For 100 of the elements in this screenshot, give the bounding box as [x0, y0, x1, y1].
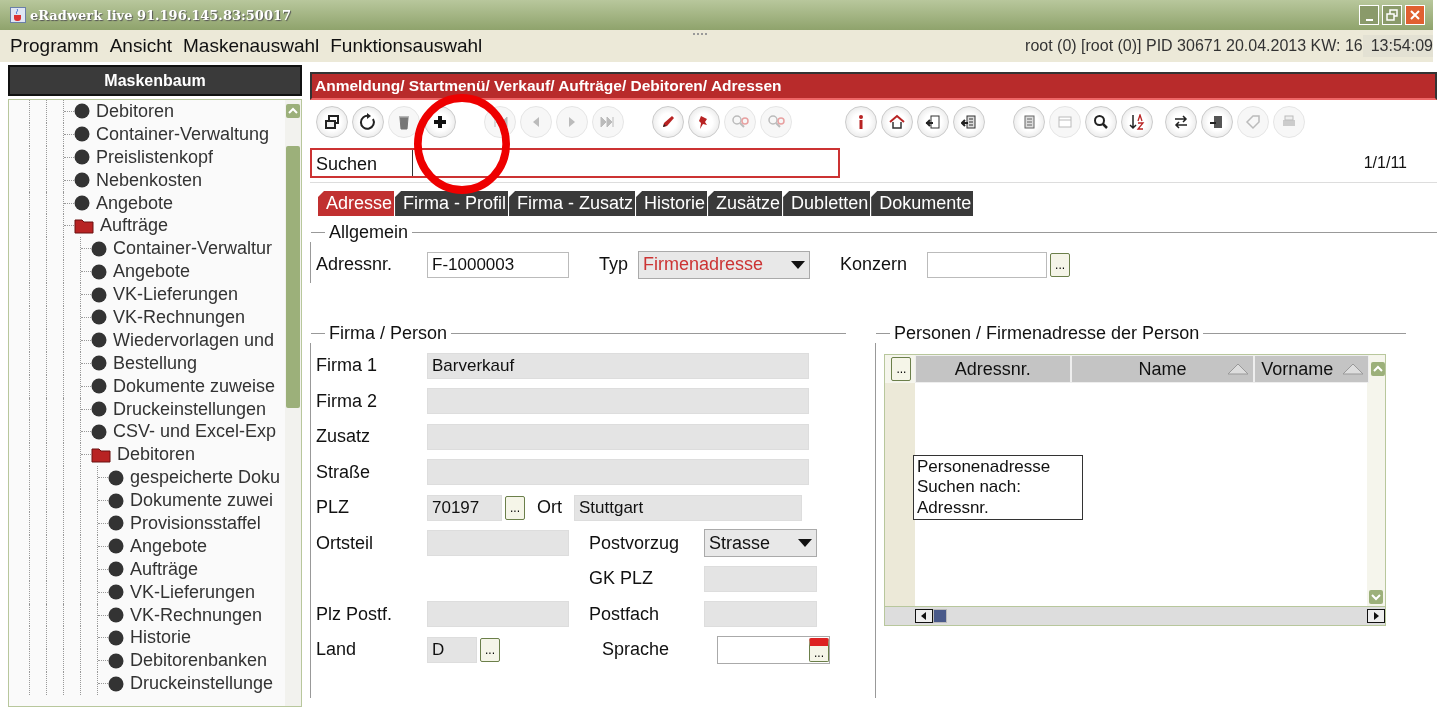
- tree-item[interactable]: Dokumente zuwei: [130, 490, 274, 512]
- scroll-right-icon[interactable]: [1367, 609, 1385, 623]
- document-arrow-icon: [961, 114, 977, 130]
- input-field[interactable]: F-1000003: [427, 251, 569, 278]
- tree-item[interactable]: Container-Verwaltung: [96, 123, 270, 145]
- toolbar-button[interactable]: [917, 106, 949, 138]
- field-label: Plz Postf.: [315, 603, 394, 625]
- door-icon: [1209, 114, 1225, 130]
- dropdown[interactable]: ...: [717, 635, 830, 664]
- tree-item[interactable]: Angebote: [130, 535, 208, 557]
- pen-icon: [660, 114, 676, 130]
- menu-item[interactable]: Maskenauswahl: [183, 35, 320, 57]
- field-label: Konzern: [840, 254, 908, 276]
- tree-item[interactable]: Bestellung: [113, 352, 198, 374]
- tree-item[interactable]: Container-Verwaltur: [113, 238, 273, 260]
- plus-icon: [432, 114, 448, 130]
- tag-icon: [1245, 114, 1261, 130]
- breadcrumb: Anmeldung/ Startmenü/ Verkauf/ Aufträge/ Debitoren/ Adressen: [310, 72, 1437, 100]
- tree-item[interactable]: Historie: [130, 627, 191, 649]
- dropdown-arrow-icon: [798, 538, 812, 549]
- tree-item[interactable]: CSV- und Excel-Exp: [113, 421, 277, 443]
- restore-button[interactable]: [1382, 5, 1402, 25]
- lookup-button[interactable]: ...: [1050, 252, 1071, 277]
- last-icon: [600, 114, 616, 130]
- input-field[interactable]: [927, 251, 1048, 278]
- sort-icon: [1129, 114, 1145, 130]
- window-title: eRadwerk live 91.196.145.83:50017: [30, 7, 291, 23]
- toolbar-button[interactable]: [1165, 106, 1197, 138]
- tree-item[interactable]: Debitoren: [96, 100, 175, 122]
- window-icon: [1057, 114, 1073, 130]
- tree-item[interactable]: Debitoren: [117, 444, 196, 466]
- scroll-thumb[interactable]: [933, 609, 947, 623]
- column-header[interactable]: Adressnr.: [914, 355, 1071, 383]
- field-label: Straße: [315, 461, 372, 483]
- toolbar-button[interactable]: [652, 106, 684, 138]
- tree-item[interactable]: Dokumente zuweise: [113, 375, 276, 397]
- tab[interactable]: Firma - Zusatz: [509, 191, 636, 216]
- minimize-button[interactable]: [1359, 5, 1379, 25]
- bullet-icon: [108, 561, 124, 578]
- column-header[interactable]: Name: [1070, 355, 1255, 383]
- field-label: Postfach: [589, 603, 661, 625]
- scroll-left-icon[interactable]: [915, 609, 933, 623]
- tree-item[interactable]: Angebote: [113, 261, 191, 283]
- tree-item[interactable]: Angebote: [96, 192, 174, 214]
- column-header[interactable]: Vorname: [1254, 355, 1370, 383]
- toolbar-button[interactable]: [953, 106, 985, 138]
- scroll-thumb[interactable]: [286, 146, 300, 408]
- menu-item[interactable]: Programm: [10, 35, 99, 57]
- close-button[interactable]: [1405, 5, 1425, 25]
- tree-item[interactable]: Preislistenkopf: [96, 146, 214, 168]
- tree-item[interactable]: Debitorenbanken: [130, 650, 268, 672]
- bullet-icon: [74, 195, 90, 211]
- field-label: PLZ: [315, 497, 350, 519]
- tree-item[interactable]: Nebenkosten: [96, 169, 203, 191]
- scroll-up-icon[interactable]: [286, 104, 300, 118]
- enter-icon: [925, 114, 941, 130]
- search-icon: [1093, 114, 1109, 130]
- bullet-icon: [108, 584, 124, 601]
- tab[interactable]: Zusätze: [708, 191, 783, 216]
- tree-item[interactable]: Druckeinstellunge: [130, 673, 274, 695]
- tab[interactable]: Firma - Profil: [395, 191, 509, 216]
- dropdown[interactable]: Strasse: [704, 529, 817, 558]
- menu-item[interactable]: Funktionsauswahl: [330, 35, 483, 57]
- toolbar-button[interactable]: [1085, 106, 1117, 138]
- tab[interactable]: Historie: [636, 191, 708, 216]
- tab[interactable]: Adresse: [318, 191, 395, 216]
- toolbar-button[interactable]: [316, 106, 348, 138]
- scroll-down-icon[interactable]: [1369, 590, 1383, 604]
- tree-item[interactable]: Aufträge: [130, 558, 199, 580]
- tree-item[interactable]: Provisionsstaffel: [130, 512, 261, 534]
- toolbar-button[interactable]: [688, 106, 720, 138]
- tree-item[interactable]: VK-Lieferungen: [113, 284, 239, 306]
- tree-item[interactable]: Druckeinstellungen: [113, 398, 267, 420]
- bullet-icon: [74, 149, 90, 166]
- tab[interactable]: Dubletten: [783, 191, 871, 216]
- restore-icon: [1386, 9, 1398, 21]
- menu-item[interactable]: Ansicht: [109, 35, 172, 57]
- tree-item[interactable]: gespeicherte Doku: [130, 467, 281, 489]
- dropdown[interactable]: Firmenadresse: [638, 250, 810, 279]
- home-icon: [889, 114, 905, 130]
- tree-item[interactable]: VK-Rechnungen: [130, 604, 263, 626]
- tab[interactable]: Dokumente: [871, 191, 974, 216]
- lookup-button[interactable]: ...: [891, 357, 912, 381]
- minimize-icon: [1365, 19, 1373, 21]
- swap-icon: [1173, 114, 1189, 130]
- bullet-icon: [91, 355, 107, 372]
- toolbar-button[interactable]: [1121, 106, 1153, 138]
- toolbar-button[interactable]: [1201, 106, 1233, 138]
- toolbar-button[interactable]: [845, 106, 877, 138]
- tree-item[interactable]: VK-Lieferungen: [130, 581, 256, 603]
- toolbar-button[interactable]: [352, 106, 384, 138]
- scrollbar[interactable]: [285, 100, 301, 706]
- scroll-up-icon[interactable]: [1371, 362, 1385, 376]
- lookup-button[interactable]: ...: [809, 637, 829, 662]
- tree-item[interactable]: Aufträge: [100, 215, 169, 237]
- search-field[interactable]: Suchen: [310, 148, 840, 178]
- field-label: Postvorzug: [589, 532, 681, 554]
- tree-item[interactable]: VK-Rechnungen: [113, 306, 246, 328]
- magnifier-icon: [731, 114, 749, 130]
- tree-item[interactable]: Wiedervorlagen und: [113, 329, 275, 351]
